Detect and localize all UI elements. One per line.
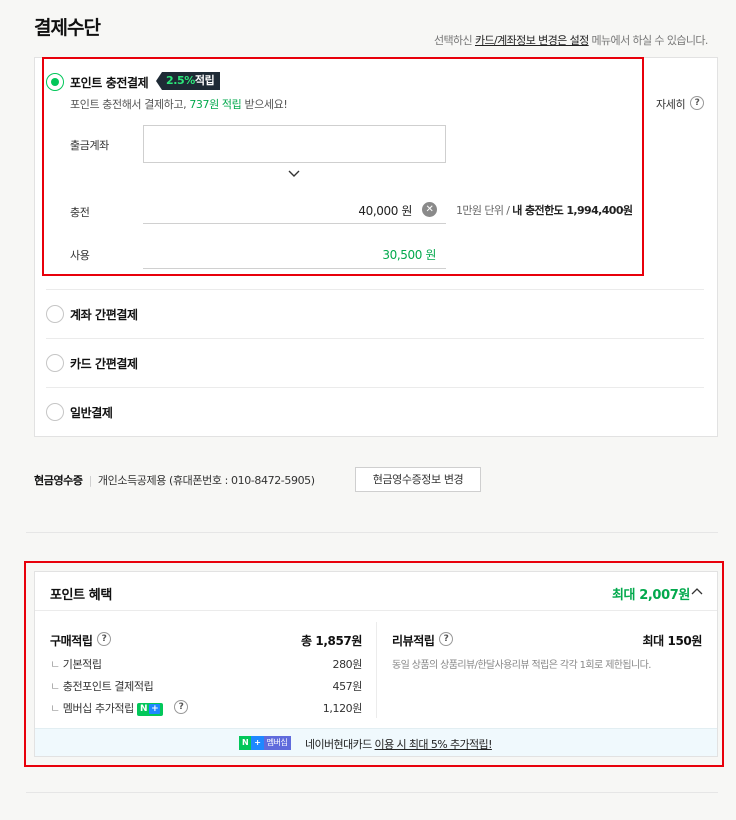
section-divider	[26, 532, 718, 533]
page-title: 결제수단	[34, 17, 101, 39]
option-general-pay[interactable]: 일반결제	[70, 404, 113, 421]
settings-link[interactable]: 카드/계좌정보 변경은 설정	[475, 34, 589, 47]
section-divider	[26, 792, 718, 793]
cash-receipt-info: 현금영수증 | 개인소득공제용 (휴대폰번호 : 010-8472-5905)	[34, 474, 315, 487]
option-divider	[46, 338, 704, 339]
radio-card-easy-pay[interactable]	[46, 354, 64, 372]
help-icon[interactable]: ?	[690, 96, 704, 110]
settings-notice: 선택하신 카드/계좌정보 변경은 설정 메뉴에서 하실 수 있습니다.	[434, 32, 708, 48]
radio-account-easy-pay[interactable]	[46, 305, 64, 323]
option-card-easy-pay[interactable]: 카드 간편결제	[70, 355, 138, 372]
radio-general-pay[interactable]	[46, 403, 64, 421]
cash-receipt-detail: 개인소득공제용 (휴대폰번호 : 010-8472-5905)	[97, 474, 315, 487]
detail-link[interactable]: 자세히	[656, 96, 686, 112]
highlight-box-point-charge	[42, 57, 644, 276]
highlight-box-benefits	[24, 561, 724, 767]
change-receipt-button[interactable]: 현금영수증정보 변경	[355, 467, 481, 492]
option-divider	[46, 289, 704, 290]
cash-receipt-label: 현금영수증	[34, 474, 83, 487]
option-account-easy-pay[interactable]: 계좌 간편결제	[70, 306, 138, 323]
notice-suffix: 메뉴에서 하실 수 있습니다.	[588, 34, 709, 47]
notice-prefix: 선택하신	[434, 34, 475, 47]
option-divider	[46, 387, 704, 388]
